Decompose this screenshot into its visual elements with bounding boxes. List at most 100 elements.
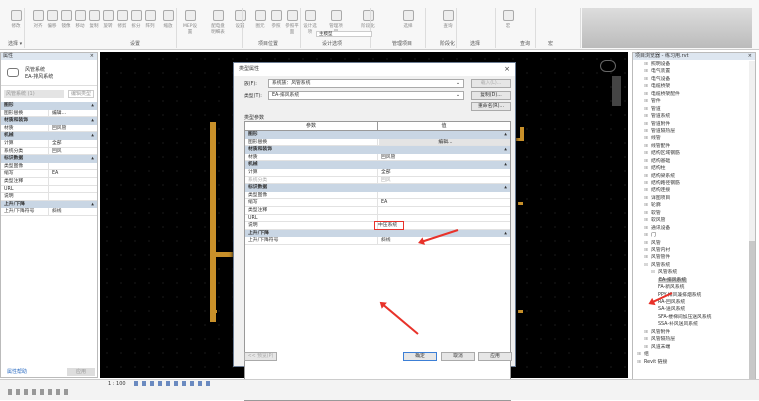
collapse-icon[interactable]: ▲ [504,161,507,169]
expand-icon[interactable]: ⊞ [644,241,648,246]
param-value[interactable]: EA [378,199,510,206]
section-header[interactable]: 上升/下降 ▲ [1,200,97,209]
collapse-icon[interactable]: ▲ [91,155,94,163]
param-value[interactable]: 编辑... [378,139,510,145]
duct[interactable] [518,310,523,313]
tree-item[interactable]: ⊞ 风管 [633,240,755,247]
view-cube-icon[interactable] [600,60,616,72]
tree-item[interactable]: ⊞ 管道系统 [633,113,755,120]
rename-button[interactable]: 重命名(R)... [471,102,511,111]
expand-icon[interactable]: ⊞ [644,114,648,119]
apply-button[interactable]: 应用 [67,368,95,376]
design-option-dropdown[interactable]: 主模型 [316,31,372,37]
expand-icon[interactable]: ⊞ [644,92,648,97]
tree-item[interactable]: ⊞ 详图项目 [633,195,755,202]
tree-item[interactable]: ⊞ 管道 [633,106,755,113]
section-header[interactable]: 图形 ▲ [245,131,510,139]
expand-icon[interactable]: ⊞ [644,248,648,253]
tree-item[interactable]: ⊞ 软管 [633,210,755,217]
table-row[interactable]: 说明 [1,193,97,201]
param-value[interactable]: 斜线 [49,208,97,215]
collapse-icon[interactable]: ▲ [504,146,507,154]
ribbon-button[interactable]: 选择 [400,10,416,29]
param-value[interactable]: 回风 [49,148,97,155]
expand-icon[interactable]: ⊞ [644,166,648,171]
expand-icon[interactable]: ⊞ [644,174,648,179]
collapse-icon[interactable]: ▲ [504,184,507,192]
collapse-icon[interactable]: ▲ [504,230,507,238]
expand-icon[interactable]: ⊞ [644,107,648,112]
expand-icon[interactable]: ⊞ [644,99,648,104]
view-control-icons[interactable] [134,381,214,386]
expand-icon[interactable]: ⊞ [637,360,641,365]
tree-item[interactable]: ⊞ 风管附件 [633,329,755,336]
expand-icon[interactable]: ⊞ [644,345,648,350]
ok-button[interactable]: 确定 [403,352,437,361]
properties-help-link[interactable]: 属性帮助 [7,368,27,376]
param-value[interactable] [378,192,510,199]
param-value[interactable]: EA [49,170,97,177]
tree-item[interactable]: ⊞ 通讯设备 [633,225,755,232]
section-header[interactable]: 图形 ▲ [1,102,97,110]
expand-icon[interactable]: ⊞ [644,136,648,141]
section-header[interactable]: 标识数据 ▲ [245,184,510,192]
section-header[interactable]: 材质和装饰 ▲ [245,146,510,154]
table-row[interactable]: 类型注释 [245,206,510,215]
expand-icon[interactable]: ⊟ [644,263,648,268]
ribbon-button[interactable]: 设置 [232,10,248,29]
expand-icon[interactable]: ⊟ [651,270,655,275]
param-value[interactable]: 中压系统 [374,221,404,230]
table-row[interactable]: 系统分类 回风 [245,176,510,185]
tree-item[interactable]: ⊞ 风管隔热层 [633,336,755,343]
tree-item[interactable]: ⊟ 风管系统 [633,262,755,269]
table-row[interactable]: 计算 全部 [245,168,510,177]
tree-item[interactable]: ⊞ 电气装置 [633,68,755,75]
tree-item[interactable]: ⊞ 管件 [633,98,755,105]
param-value[interactable]: 回风 [378,177,510,184]
table-row[interactable]: 系统分类 回风 [1,147,97,156]
duct[interactable] [216,252,234,257]
expand-icon[interactable]: ⊞ [644,144,648,149]
tree-item[interactable]: ⊞ 门 [633,232,755,239]
table-row[interactable]: URL [1,185,97,194]
expand-icon[interactable]: ⊞ [644,77,648,82]
table-row[interactable]: 材质 回风管 [1,124,97,133]
expand-icon[interactable]: ⊞ [644,62,648,67]
param-value[interactable]: 全部 [378,169,510,176]
ribbon-button[interactable]: 查询 [440,10,456,29]
param-value[interactable]: 回风管 [378,154,510,161]
param-value[interactable] [49,186,97,193]
table-row[interactable]: 类型图像 [245,191,510,200]
ribbon-button[interactable]: 图元 [252,10,268,29]
preview-button[interactable]: << 预览(P) [244,352,277,361]
tree-item[interactable]: ⊞ 结构基础 [633,158,755,165]
tree-item[interactable]: ⊞ 线管 [633,135,755,142]
family-dropdown[interactable]: 系统族：风管系统 ⌄ [268,79,464,88]
tree-item[interactable]: EA-排风系统 [633,277,755,284]
duct[interactable] [210,122,216,322]
table-row[interactable]: 缩写 EA [245,199,510,207]
tree-item[interactable]: ⊞ 风管内衬 [633,247,755,254]
view-scale[interactable]: 1 : 100 [108,381,126,387]
table-row[interactable]: 上升/下降符号 斜线 [245,237,510,245]
ribbon-button[interactable]: 配电盘明细表 [210,10,226,35]
ribbon-button[interactable]: MEP设置 [182,10,198,35]
tree-item[interactable]: ⊞ 结构梁系统 [633,173,755,180]
tree-item[interactable]: ⊞ 风道末端 [633,344,755,351]
ribbon-button[interactable]: 参照平面 [284,10,300,35]
table-row[interactable]: 材质 回风管 [245,153,510,162]
section-header[interactable]: 机械 ▲ [245,161,510,169]
collapse-icon[interactable]: ▲ [91,201,94,209]
tree-item[interactable]: SA-送风系统 [633,306,755,313]
param-value[interactable] [378,215,510,222]
table-row[interactable]: 计算 全部 [1,139,97,148]
expand-icon[interactable]: ⊞ [644,203,648,208]
expand-icon[interactable]: ⊞ [644,226,648,231]
load-button[interactable]: 载入(L)... [471,79,511,88]
tree-item[interactable]: ⊞ 照明设备 [633,61,755,68]
collapse-icon[interactable]: ▲ [91,102,94,110]
tree-item[interactable]: SSA-补风送风系统 [633,321,755,328]
tree-item[interactable]: ⊞ 线管配件 [633,143,755,150]
tree-item[interactable]: ⊞ Revit 链接 [633,359,755,366]
duplicate-button[interactable]: 复制(D)... [471,91,511,100]
